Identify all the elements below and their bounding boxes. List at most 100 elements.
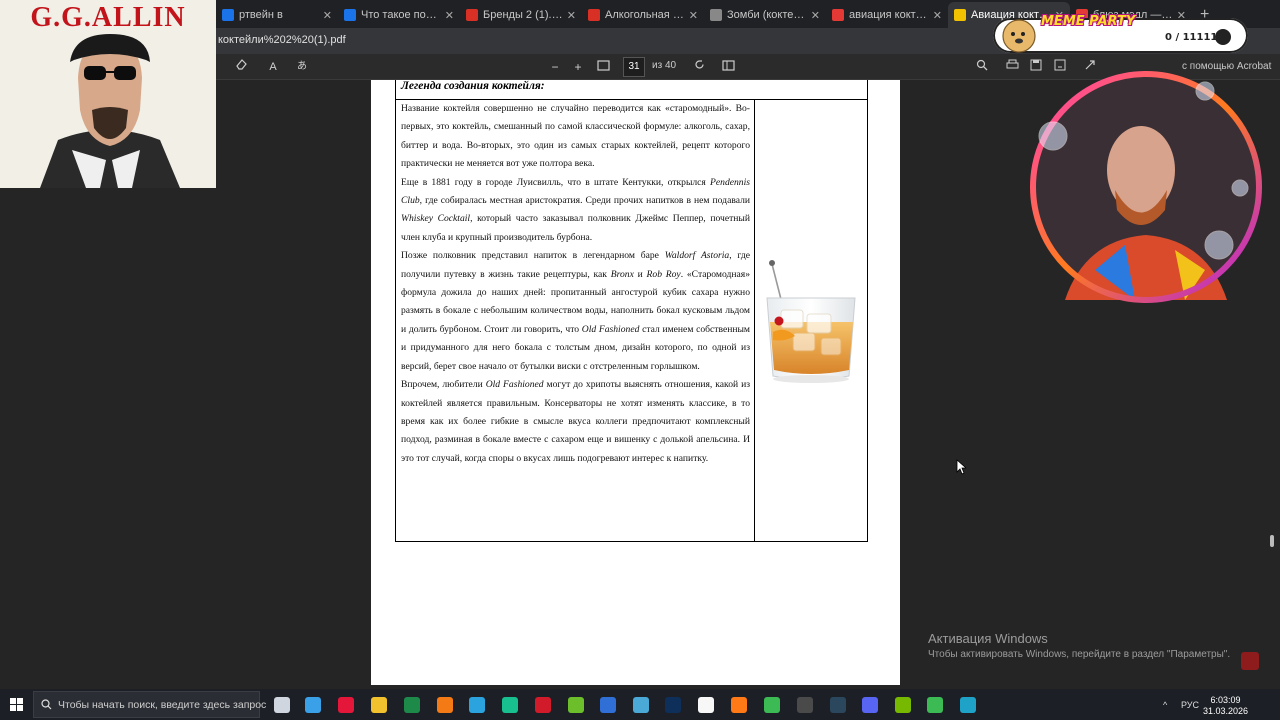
opera-icon[interactable] bbox=[535, 697, 551, 713]
meme-party-label: MEME PARTY bbox=[1041, 14, 1136, 29]
gg-allin-title: G.G.ALLIN bbox=[30, 2, 186, 33]
eraser-icon[interactable] bbox=[232, 57, 252, 77]
browser-tab[interactable]: Что такое портвейн? С ✕ bbox=[338, 2, 460, 28]
close-tab-icon[interactable]: ✕ bbox=[689, 9, 698, 22]
taskbar: Чтобы начать поиск, введите здесь запрос… bbox=[0, 689, 1280, 720]
obs-icon[interactable] bbox=[797, 697, 813, 713]
italic-term: Bronx bbox=[610, 268, 634, 280]
page-view-icon[interactable] bbox=[718, 57, 738, 77]
webcam-overlay bbox=[1025, 70, 1267, 305]
url-field[interactable]: коктейли%202%20(1).pdf bbox=[218, 34, 346, 46]
taskbar-search-placeholder: Чтобы начать поиск, введите здесь запрос bbox=[58, 699, 267, 711]
tab-favicon-icon bbox=[222, 9, 234, 21]
send-icon bbox=[1215, 29, 1231, 45]
activation-subtitle: Чтобы активировать Windows, перейдите в … bbox=[928, 649, 1231, 660]
language-indicator[interactable]: РУС bbox=[1181, 700, 1199, 710]
discord-icon[interactable] bbox=[862, 697, 878, 713]
tab-favicon-icon bbox=[832, 9, 844, 21]
yandex-browser-icon[interactable] bbox=[698, 697, 714, 713]
italic-term: Waldorf Astoria bbox=[664, 250, 730, 262]
legend-paragraph: Название коктейля совершенно не случайно… bbox=[401, 100, 750, 174]
tab-title: Алкогольная теория1 bbox=[605, 9, 685, 21]
legend-heading: Легенда создания коктейля: bbox=[396, 80, 867, 100]
image-cell bbox=[755, 100, 867, 541]
tab-favicon-icon bbox=[710, 9, 722, 21]
chrome-icon[interactable] bbox=[764, 697, 780, 713]
zoom-out-button[interactable]: − bbox=[545, 57, 565, 77]
steam-icon[interactable] bbox=[830, 697, 846, 713]
tab-title: Зомби (коктейль) — Ви bbox=[727, 9, 807, 21]
activation-title: Активация Windows bbox=[928, 631, 1048, 646]
italic-term: Old Fashioned bbox=[485, 379, 544, 391]
taskbar-search-box[interactable]: Чтобы начать поиск, введите здесь запрос bbox=[33, 691, 266, 718]
vertical-scrollbar[interactable] bbox=[1268, 80, 1276, 689]
fit-page-icon[interactable] bbox=[593, 57, 613, 77]
zed-app-icon[interactable] bbox=[502, 697, 518, 713]
clock-date: 31.03.2026 bbox=[1203, 706, 1249, 716]
clock-time: 6:03:09 bbox=[1210, 695, 1241, 705]
nvidia-app-icon[interactable] bbox=[895, 697, 911, 713]
paragraph-text: могут до хрипоты выяснять отношения, как… bbox=[401, 379, 751, 464]
table-row: Название коктейля совершенно не случайно… bbox=[396, 100, 867, 541]
desktop: ртвейн в✕Что такое портвейн? С✕Бренды 2 … bbox=[0, 0, 1280, 720]
legend-paragraph: Еще в 1881 году в городе Луисвилль, что … bbox=[401, 174, 750, 248]
browser-tab[interactable]: авиация коктейль — Я ✕ bbox=[826, 2, 948, 28]
page-number-input[interactable]: 31 bbox=[623, 57, 645, 77]
legend-text-cell: Название коктейля совершенно не случайно… bbox=[396, 100, 755, 541]
close-tab-icon[interactable]: ✕ bbox=[323, 9, 332, 22]
telegram-icon[interactable] bbox=[469, 697, 485, 713]
excel-app-icon[interactable] bbox=[404, 697, 420, 713]
acrobat-icon[interactable] bbox=[1241, 652, 1259, 670]
close-tab-icon[interactable]: ✕ bbox=[933, 9, 942, 22]
legend-paragraph: Впрочем, любители Old Fashioned могут до… bbox=[401, 376, 750, 468]
browser-tab[interactable]: Алкогольная теория1 ✕ bbox=[582, 2, 704, 28]
close-tab-icon[interactable]: ✕ bbox=[811, 9, 820, 22]
paragraph-text: Позже полковник представил напиток в лег… bbox=[401, 250, 665, 262]
vlc-icon[interactable] bbox=[437, 697, 453, 713]
gg-allin-image: G.G.ALLIN bbox=[0, 0, 216, 188]
italic-term: Old Fashioned bbox=[581, 323, 640, 335]
file-explorer-icon[interactable] bbox=[371, 697, 387, 713]
notes-app-icon[interactable] bbox=[633, 697, 649, 713]
rotate-icon[interactable] bbox=[689, 57, 709, 77]
mouse-cursor-icon bbox=[956, 459, 966, 475]
zoom-in-button[interactable]: + bbox=[568, 57, 588, 77]
scrollbar-thumb[interactable] bbox=[1270, 535, 1274, 547]
text-tool-icon[interactable]: A bbox=[263, 57, 283, 77]
windows-activation-watermark: Активация Windows Чтобы активировать Win… bbox=[928, 631, 1230, 660]
tab-title: ртвейн в bbox=[239, 9, 283, 21]
print-icon[interactable] bbox=[1002, 57, 1022, 77]
opera-gx-icon[interactable] bbox=[338, 697, 354, 713]
edge-icon[interactable] bbox=[960, 697, 976, 713]
photoshop-icon[interactable] bbox=[665, 697, 681, 713]
pdf-page: Легенда создания коктейля: Название кокт… bbox=[371, 80, 900, 685]
terminal-app-icon[interactable] bbox=[568, 697, 584, 713]
paragraph-text: и bbox=[633, 268, 647, 280]
doge-icon bbox=[1002, 19, 1036, 53]
page-count-label: из 40 bbox=[652, 60, 677, 71]
tab-favicon-icon bbox=[466, 9, 478, 21]
tab-title: Что такое портвейн? С bbox=[361, 9, 441, 21]
tab-title: авиация коктейль — Я bbox=[849, 9, 929, 21]
translate-icon[interactable]: あ bbox=[292, 57, 312, 77]
firefox-icon[interactable] bbox=[731, 697, 747, 713]
browser-tab[interactable]: ртвейн в ✕ bbox=[216, 2, 338, 28]
tray-chevron-icon[interactable]: ^ bbox=[1163, 700, 1167, 710]
close-tab-icon[interactable]: ✕ bbox=[567, 9, 576, 22]
search-icon[interactable] bbox=[972, 57, 992, 77]
tab-favicon-icon bbox=[588, 9, 600, 21]
browser-tab[interactable]: Бренды 2 (1).pdf ✕ bbox=[460, 2, 582, 28]
task-view-icon[interactable] bbox=[274, 697, 290, 713]
windows-start-icon[interactable] bbox=[10, 698, 23, 711]
mail-app-icon[interactable] bbox=[305, 697, 321, 713]
old-fashioned-glass-image bbox=[766, 260, 856, 383]
italic-term: Rob Roy bbox=[646, 268, 681, 280]
close-tab-icon[interactable]: ✕ bbox=[445, 9, 454, 22]
taskbar-clock[interactable]: 6:03:09 31.03.2026 bbox=[1203, 695, 1248, 717]
italic-term: Whiskey Cocktail bbox=[401, 213, 471, 225]
paragraph-text: , где собиралась местная аристократия. С… bbox=[419, 195, 750, 207]
browser-tab[interactable]: Зомби (коктейль) — Ви ✕ bbox=[704, 2, 826, 28]
document-table: Легенда создания коктейля: Название кокт… bbox=[395, 80, 868, 542]
word-app-icon[interactable] bbox=[600, 697, 616, 713]
chrome-profile-icon[interactable] bbox=[927, 697, 943, 713]
